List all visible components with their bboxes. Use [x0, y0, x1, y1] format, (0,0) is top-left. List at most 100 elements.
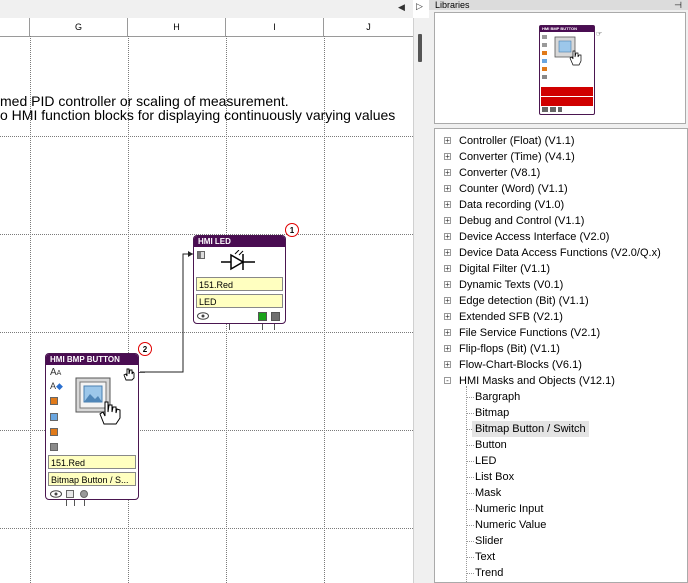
tree-item-label: Converter (V8.1)	[459, 167, 541, 179]
eye-icon	[197, 312, 209, 320]
tree-child-label: Mask	[475, 487, 502, 499]
tree-child-label: Bargraph	[475, 391, 521, 403]
tree-item-label: Device Data Access Functions (V2.0/Q.x)	[459, 247, 661, 259]
bitmap-input-icon	[50, 428, 58, 436]
tree-branch-line	[466, 541, 474, 542]
library-tree[interactable]: + Controller (Float) (V1.1) + Converter …	[434, 128, 688, 583]
pin	[74, 500, 75, 506]
tree-branch-line	[466, 397, 474, 398]
expand-plus-icon[interactable]: +	[444, 169, 451, 177]
tree-connector-line	[466, 386, 467, 582]
hmi-bmp-button-block[interactable]: HMI BMP BUTTON AA A◆ 151.Red Bitmap Butt…	[45, 353, 145, 506]
save-icon	[66, 490, 74, 498]
preview-input-icon	[542, 75, 547, 79]
block-title: HMI LED	[194, 236, 285, 247]
expand-plus-icon[interactable]: +	[444, 361, 451, 369]
expand-plus-icon[interactable]: +	[444, 201, 451, 209]
preview-input-icon	[542, 35, 547, 39]
output-green-square-icon	[258, 312, 267, 321]
pin	[229, 324, 230, 330]
preview-input-icon	[542, 51, 547, 55]
expand-plus-icon[interactable]: +	[444, 281, 451, 289]
tree-child-label: Numeric Input	[475, 503, 544, 515]
expand-plus-icon[interactable]: +	[444, 217, 451, 225]
pin	[139, 372, 145, 373]
drawing-canvas[interactable]: ◀ G H I J med PID controller or scaling …	[0, 0, 413, 583]
annotation-badge-2: 2	[138, 342, 152, 356]
expand-plus-icon[interactable]: +	[444, 185, 451, 193]
block-title: HMI BMP BUTTON	[46, 354, 138, 365]
preview-input-icon	[542, 43, 547, 47]
tree-branch-line	[466, 557, 474, 558]
tree-child-label: Trend	[475, 567, 504, 579]
expand-plus-icon[interactable]: +	[444, 153, 451, 161]
tree-branch-line	[466, 509, 474, 510]
tree-item-label: Extended SFB (V2.1)	[459, 311, 563, 323]
button-variable-field[interactable]: 151.Red	[48, 455, 136, 469]
hand-cursor-icon	[123, 368, 135, 381]
tree-child-label: Button	[475, 439, 507, 451]
pin	[262, 324, 263, 330]
tree-child-label: Numeric Value	[475, 519, 547, 531]
button-type-field[interactable]: Bitmap Button / S...	[48, 472, 136, 486]
preview-cursor-icon: ☞	[596, 31, 603, 38]
panel-title: Libraries	[435, 0, 470, 10]
panel-header: Libraries ⊣	[429, 0, 688, 10]
font-color-icon: A◆	[50, 381, 63, 391]
preview-input-icon	[542, 59, 547, 63]
hmi-led-block[interactable]: HMI LED 151.Red LED	[193, 235, 286, 330]
tree-child-label: Bitmap	[475, 407, 510, 419]
tree-item-label: HMI Masks and Objects (V12.1)	[459, 375, 615, 387]
tree-branch-line	[466, 445, 474, 446]
expand-plus-icon[interactable]: +	[444, 313, 451, 321]
expand-plus-icon[interactable]: +	[444, 297, 451, 305]
tree-item-label: Debug and Control (V1.1)	[459, 215, 585, 227]
globe-icon	[80, 490, 88, 498]
led-variable-field[interactable]: 151.Red	[196, 277, 283, 291]
preview-block-title: HMI BMP BUTTON	[540, 26, 594, 32]
preview-block: HMI BMP BUTTON	[539, 25, 595, 115]
bitmap-hand-icon	[75, 377, 121, 425]
tree-branch-line	[466, 573, 474, 574]
bitmap-input-icon	[50, 443, 58, 451]
expand-plus-icon[interactable]: +	[444, 265, 451, 273]
tree-branch-line	[466, 413, 474, 414]
pin	[84, 500, 85, 506]
led-type-field[interactable]: LED	[196, 294, 283, 308]
scrollbar-thumb[interactable]	[418, 34, 422, 62]
tree-item-label: Converter (Time) (V4.1)	[459, 151, 575, 163]
preview-input-icon	[542, 67, 547, 71]
tree-branch-line	[466, 525, 474, 526]
tree-item-label: Edge detection (Bit) (V1.1)	[459, 295, 589, 307]
bitmap-input-icon	[50, 397, 58, 405]
led-diode-icon	[221, 250, 255, 271]
bitmap-input-icon	[50, 413, 58, 421]
expand-plus-icon[interactable]: +	[444, 233, 451, 241]
input-square-icon	[197, 251, 205, 259]
tree-branch-line	[466, 493, 474, 494]
preview-footer-icons	[542, 107, 562, 112]
tree-item-label: Controller (Float) (V1.1)	[459, 135, 575, 147]
block-preview: HMI BMP BUTTON ☞	[434, 12, 686, 124]
output-gray-square-icon	[271, 312, 280, 321]
scroll-right-arrow-icon[interactable]: ▷	[416, 1, 423, 12]
tree-item-label: Digital Filter (V1.1)	[459, 263, 551, 275]
preview-bitmap-hand-icon	[554, 36, 582, 66]
expand-plus-icon[interactable]: +	[444, 329, 451, 337]
tree-branch-line	[466, 477, 474, 478]
pin-icon[interactable]: ⊣	[674, 0, 682, 10]
collapse-minus-icon[interactable]: -	[444, 377, 451, 385]
tree-item-label: Dynamic Texts (V0.1)	[459, 279, 564, 291]
libraries-panel: Libraries ⊣ HMI BMP BUTTON ☞ + Controlle…	[429, 0, 688, 583]
expand-plus-icon[interactable]: +	[444, 137, 451, 145]
tree-item-label: Counter (Word) (V1.1)	[459, 183, 568, 195]
expand-plus-icon[interactable]: +	[444, 345, 451, 353]
tree-child-label: Slider	[475, 535, 504, 547]
tree-item-label: Device Access Interface (V2.0)	[459, 231, 610, 243]
tree-item-label: File Service Functions (V2.1)	[459, 327, 601, 339]
annotation-badge-1: 1	[285, 223, 299, 237]
expand-plus-icon[interactable]: +	[444, 249, 451, 257]
pin	[66, 500, 67, 506]
vertical-scrollbar[interactable]: ▷	[413, 1, 429, 583]
tree-item-label: Data recording (V1.0)	[459, 199, 565, 211]
